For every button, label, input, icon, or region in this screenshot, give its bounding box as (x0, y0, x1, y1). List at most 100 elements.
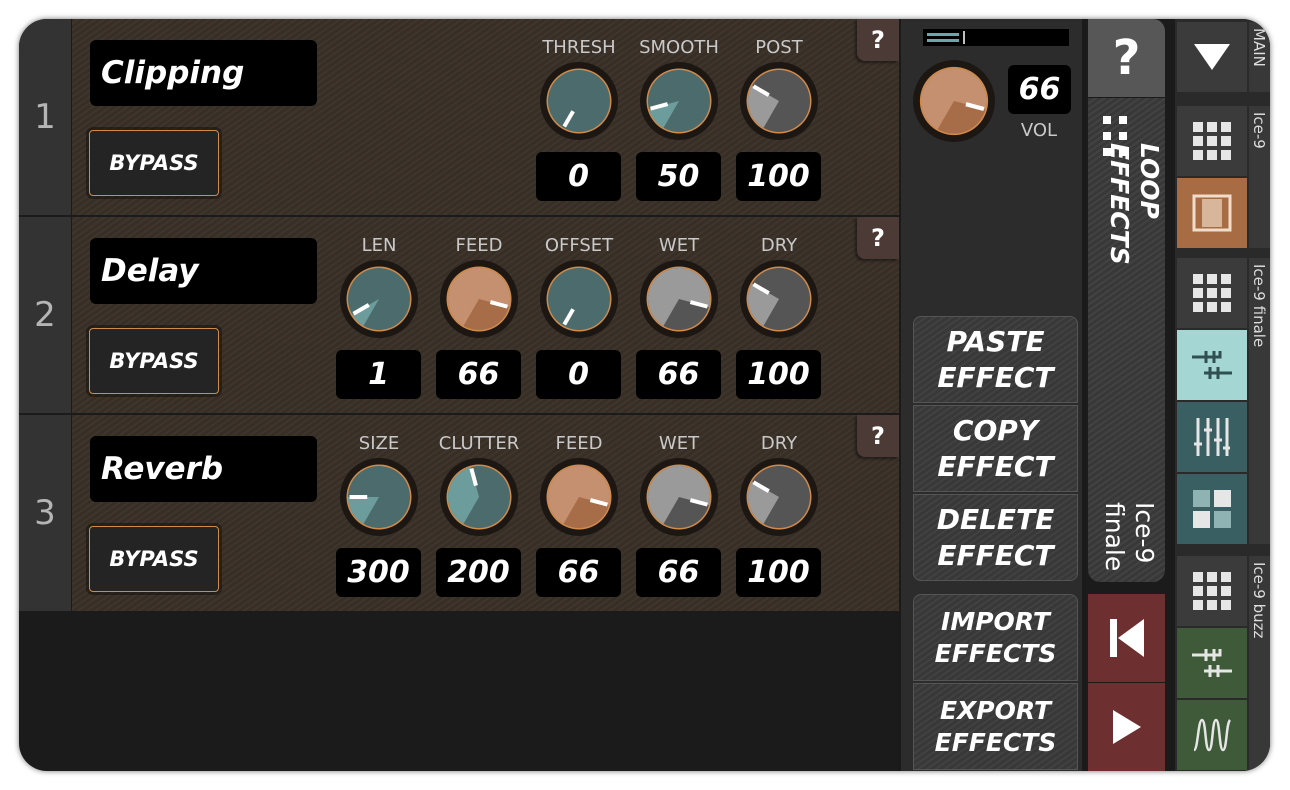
param-value-thresh[interactable]: 0 (536, 152, 621, 201)
loop-navigator: MAIN Ice-9 Ice-9 finale Ice-9 buzz (1175, 19, 1270, 771)
param-label-wet: WET (658, 235, 700, 256)
bypass-button[interactable]: BYPASS (89, 328, 219, 394)
import-effects-button[interactable]: IMPORT EFFECTS (913, 594, 1078, 681)
copy-effect-button[interactable]: COPY EFFECT (913, 405, 1078, 492)
param-label-feed: FEED (555, 433, 603, 454)
scene-dropdown-button[interactable] (1177, 22, 1247, 92)
knob-dial-icon (540, 260, 618, 338)
grid-icon (1193, 572, 1231, 610)
knob-wet[interactable] (639, 457, 719, 537)
param-label-dry: DRY (760, 235, 798, 256)
param-value-dry[interactable]: 100 (736, 548, 821, 597)
knob-dial-icon (340, 458, 418, 536)
effects-chain-icon (1192, 351, 1232, 379)
volume-label: VOL (1020, 120, 1058, 141)
dropdown-triangle-icon (1194, 44, 1230, 70)
knob-feed[interactable] (439, 259, 519, 339)
grid-icon (1193, 274, 1231, 312)
param-label-post: POST (755, 37, 803, 58)
param-value-dry[interactable]: 100 (736, 350, 821, 399)
param-label-wet: WET (658, 433, 700, 454)
mixer-button[interactable] (1177, 402, 1247, 472)
effect-name[interactable]: Clipping (90, 40, 317, 106)
play-icon (1112, 710, 1141, 744)
level-meter (923, 29, 1069, 46)
knob-wet[interactable] (639, 259, 719, 339)
row-number-2: 2 (19, 217, 71, 413)
param-value-smooth[interactable]: 50 (636, 152, 721, 201)
knob-dial-icon (540, 62, 618, 140)
help-button[interactable]: ? (857, 415, 899, 457)
knob-dial-icon (640, 62, 718, 140)
effects-chain-button[interactable] (1177, 628, 1247, 698)
grid-view-button[interactable] (1177, 258, 1247, 328)
param-value-wet[interactable]: 66 (636, 350, 721, 399)
knob-clutter[interactable] (439, 457, 519, 537)
param-value-len[interactable]: 1 (336, 350, 421, 399)
app-window: 1 Clipping BYPASS ? THRESH 0 SMOOTH 50 P… (19, 19, 1270, 771)
copy-effect-label: COPY EFFECT (937, 413, 1054, 483)
knob-dial-icon (440, 260, 518, 338)
param-value-feed[interactable]: 66 (436, 350, 521, 399)
pads-button[interactable] (1177, 474, 1247, 544)
effects-chain-icon (1192, 649, 1232, 677)
paste-effect-button[interactable]: PASTE EFFECT (913, 316, 1078, 403)
param-label-thresh: THRESH (542, 37, 616, 58)
knob-dry[interactable] (739, 457, 819, 537)
knob-dial-icon (913, 60, 995, 142)
effects-chain-button[interactable] (1177, 330, 1247, 400)
param-label-offset: OFFSET (544, 235, 614, 256)
delete-effect-button[interactable]: DELETE EFFECT (913, 494, 1078, 581)
knob-dial-icon (740, 62, 818, 140)
knob-len[interactable] (339, 259, 419, 339)
row-number-3: 3 (19, 415, 71, 611)
pad-blocks-icon (1193, 490, 1231, 528)
rewind-button[interactable] (1088, 594, 1165, 682)
param-label-len: LEN (361, 235, 397, 256)
group-label-ice9-buzz: Ice-9 buzz (1249, 556, 1270, 771)
bypass-button[interactable]: BYPASS (89, 130, 219, 196)
loop-button[interactable] (1177, 178, 1247, 248)
effect-row-3: Reverb BYPASS ? SIZE 300 CLUTTER 200 FEE… (72, 415, 899, 611)
knob-offset[interactable] (539, 259, 619, 339)
effect-row-2: Delay BYPASS ? LEN 1 FEED 66 OFFSET 0 WE… (72, 217, 899, 413)
delete-effect-label: DELETE EFFECT (936, 502, 1055, 572)
param-label-feed: FEED (455, 235, 503, 256)
effect-name[interactable]: Reverb (90, 436, 317, 502)
param-value-offset[interactable]: 0 (536, 350, 621, 399)
knob-dial-icon (640, 458, 718, 536)
knob-dry[interactable] (739, 259, 819, 339)
grid-view-button[interactable] (1177, 556, 1247, 626)
help-button[interactable]: ? (857, 217, 899, 259)
param-value-post[interactable]: 100 (736, 152, 821, 201)
param-label-clutter: CLUTTER (438, 433, 520, 454)
play-button[interactable] (1088, 683, 1165, 771)
export-effects-button[interactable]: EXPORT EFFECTS (913, 683, 1078, 770)
row-number-1: 1 (19, 19, 71, 215)
knob-smooth[interactable] (639, 61, 719, 141)
knob-size[interactable] (339, 457, 419, 537)
grid-view-button[interactable] (1177, 106, 1247, 176)
param-value-feed[interactable]: 66 (536, 548, 621, 597)
knob-thresh[interactable] (539, 61, 619, 141)
group-label-main: MAIN (1249, 22, 1270, 92)
knob-post[interactable] (739, 61, 819, 141)
param-value-wet[interactable]: 66 (636, 548, 721, 597)
loop-help-button[interactable]: ? (1088, 19, 1165, 97)
loop-effects-panel[interactable]: LOOP EFFECTS Ice-9 finale (1088, 98, 1165, 582)
knob-dial-icon (440, 458, 518, 536)
param-value-size[interactable]: 300 (336, 548, 421, 597)
synth-button[interactable] (1177, 700, 1247, 770)
import-effects-label: IMPORT EFFECTS (934, 606, 1057, 668)
knob-dial-icon (540, 458, 618, 536)
bypass-button[interactable]: BYPASS (89, 526, 219, 592)
grid-icon (1193, 122, 1231, 160)
volume-value[interactable]: 66 (1008, 65, 1071, 114)
knob-dial-icon (740, 458, 818, 536)
knob-dial-icon (640, 260, 718, 338)
volume-knob[interactable] (912, 59, 996, 143)
knob-feed[interactable] (539, 457, 619, 537)
help-button[interactable]: ? (857, 19, 899, 61)
param-value-clutter[interactable]: 200 (436, 548, 521, 597)
effect-name[interactable]: Delay (90, 238, 317, 304)
